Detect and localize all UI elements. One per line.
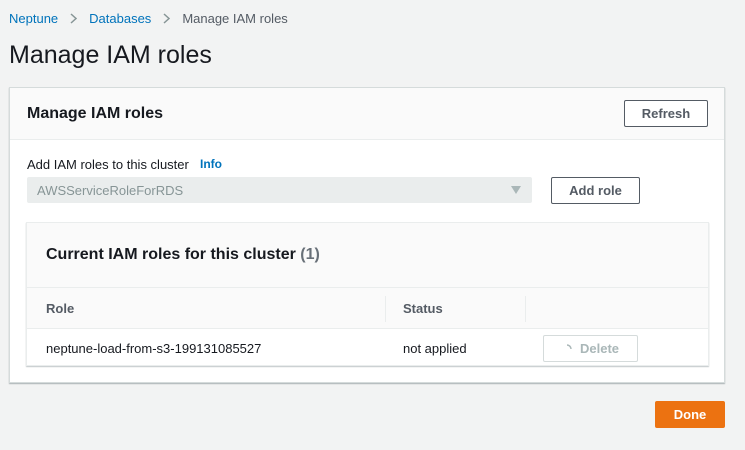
add-iam-roles-label: Add IAM roles to this cluster [27, 157, 189, 172]
chevron-right-icon [163, 13, 171, 24]
breadcrumb-neptune-link[interactable]: Neptune [9, 11, 58, 26]
caret-down-icon [511, 186, 521, 194]
column-divider [385, 296, 386, 322]
breadcrumb: Neptune Databases Manage IAM roles [9, 11, 288, 26]
column-header-status: Status [403, 301, 443, 316]
refresh-button[interactable]: Refresh [624, 100, 708, 127]
info-link[interactable]: Info [200, 157, 222, 171]
current-roles-title: Current IAM roles for this cluster (1) [46, 246, 320, 264]
current-roles-title-text: Current IAM roles for this cluster [46, 246, 296, 263]
column-divider [525, 296, 526, 322]
delete-button[interactable]: Delete [543, 335, 638, 362]
current-roles-table: Current IAM roles for this cluster (1) R… [26, 222, 709, 366]
column-header-role: Role [46, 301, 75, 316]
breadcrumb-databases-link[interactable]: Databases [89, 11, 151, 26]
chevron-right-icon [70, 13, 78, 24]
done-button[interactable]: Done [655, 401, 725, 428]
status-cell: not applied [403, 341, 467, 356]
table-header-row: Role Status [27, 287, 708, 329]
breadcrumb-current: Manage IAM roles [182, 11, 288, 26]
role-cell: neptune-load-from-s3-199131085527 [46, 341, 262, 356]
page-title: Manage IAM roles [9, 41, 212, 69]
panel-header: Manage IAM roles Refresh [10, 88, 724, 140]
iam-role-select-value: AWSServiceRoleForRDS [37, 183, 184, 198]
current-roles-header: Current IAM roles for this cluster (1) [27, 223, 708, 287]
spinner-icon [562, 343, 572, 354]
panel-title: Manage IAM roles [27, 105, 164, 122]
manage-iam-roles-panel: Manage IAM roles Refresh Add IAM roles t… [9, 87, 725, 383]
add-role-button[interactable]: Add role [551, 177, 640, 204]
iam-role-select[interactable]: AWSServiceRoleForRDS [27, 177, 532, 203]
current-roles-count: (1) [300, 246, 320, 263]
delete-button-label: Delete [579, 341, 620, 356]
